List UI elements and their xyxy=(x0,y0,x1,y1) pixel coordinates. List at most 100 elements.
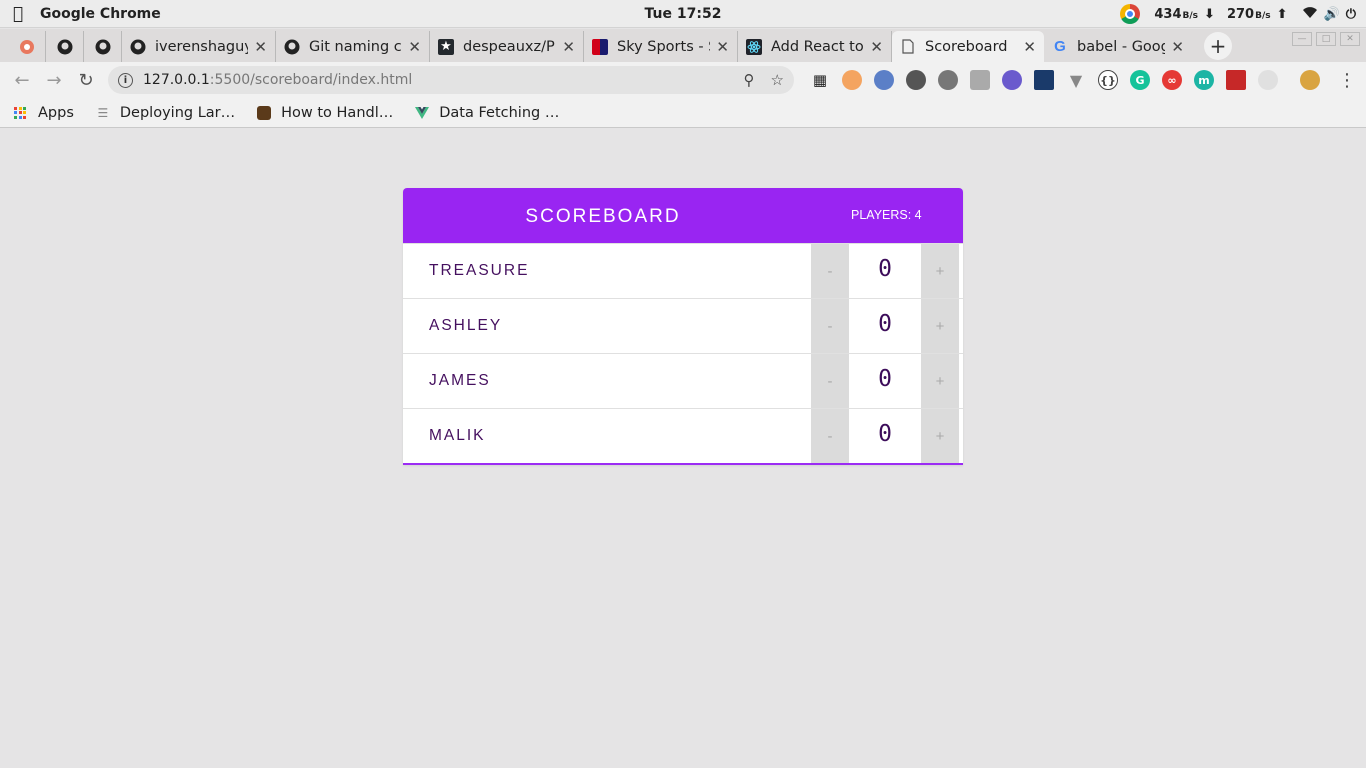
bookmark-label: Apps xyxy=(38,104,74,121)
tab-sky-sports[interactable]: Sky Sports - S ✕ xyxy=(584,31,738,62)
app-icon xyxy=(19,39,35,55)
os-menu-bar:  Google Chrome Tue 17:52 434B/s ⬇ 270B/… xyxy=(0,0,1366,28)
info-icon[interactable]: i xyxy=(118,72,133,88)
player-row: TREASURE - 0 + xyxy=(403,243,963,298)
apple-icon[interactable]:  xyxy=(0,4,36,24)
player-row: JAMES - 0 + xyxy=(403,353,963,408)
tab-iverenshaguy[interactable]: iverenshaguy ✕ xyxy=(122,31,276,62)
score-counter: - 0 + xyxy=(811,409,963,463)
github-icon xyxy=(284,39,300,55)
tab-despeauxz[interactable]: ★ despeauxz/P ✕ xyxy=(430,31,584,62)
close-icon[interactable]: ✕ xyxy=(254,38,267,56)
google-icon: G xyxy=(1054,38,1066,55)
upload-arrow-icon: ⬆ xyxy=(1276,6,1288,22)
tab-strip: iverenshaguy ✕ Git naming co ✕ ★ despeau… xyxy=(0,29,1366,62)
menu-kebab-icon[interactable]: ⋮ xyxy=(1338,70,1356,91)
active-app-name[interactable]: Google Chrome xyxy=(40,6,161,22)
player-count: PLAYERS: 4 xyxy=(851,208,922,222)
tab-title: Scoreboard xyxy=(925,38,1008,55)
json-extension-icon[interactable]: {} xyxy=(1098,70,1118,90)
octopus-extension-icon[interactable] xyxy=(842,70,862,90)
card-extension-icon[interactable] xyxy=(970,70,990,90)
tab-title: despeauxz/P xyxy=(463,38,555,55)
tab-pinned-app[interactable] xyxy=(8,31,46,62)
circle-extension-icon[interactable] xyxy=(1258,70,1278,90)
back-arrow-icon[interactable]: ← xyxy=(6,64,38,96)
volume-icon[interactable]: 🔊 xyxy=(1324,7,1340,22)
tab-title: babel - Googl xyxy=(1077,38,1166,55)
tab-title: Add React to xyxy=(771,38,864,55)
apps-grid-icon xyxy=(14,106,28,120)
vue-devtools-icon[interactable]: ▼ xyxy=(1066,70,1086,90)
tab-pinned-github-2[interactable] xyxy=(84,31,122,62)
red-extension-icon[interactable] xyxy=(1226,70,1246,90)
sync-extension-icon[interactable] xyxy=(906,70,926,90)
score-value: 0 xyxy=(849,244,921,298)
vue-icon xyxy=(415,106,430,120)
tab-add-react[interactable]: Add React to ✕ xyxy=(738,31,892,62)
bookmark-apps[interactable]: Apps xyxy=(14,105,74,121)
react-icon xyxy=(746,38,762,55)
bookmarks-bar: Apps ☰ Deploying Lar… How to Handl… Data… xyxy=(0,98,1366,128)
github-icon xyxy=(130,39,146,55)
window-controls: — □ ✕ xyxy=(1292,32,1360,46)
close-window-icon[interactable]: ✕ xyxy=(1340,32,1360,46)
url-path: :5500/scoreboard/index.html xyxy=(209,72,413,88)
power-icon[interactable]: ⏻ xyxy=(1346,7,1356,22)
bookmark-how-to-handle[interactable]: How to Handl… xyxy=(257,105,393,121)
download-arrow-icon: ⬇ xyxy=(1204,6,1215,22)
address-bar[interactable]: i 127.0.0.1:5500/scoreboard/index.html ⚲… xyxy=(108,66,794,94)
close-icon[interactable]: ✕ xyxy=(1171,38,1184,56)
minimize-icon[interactable]: — xyxy=(1292,32,1312,46)
profile-avatar-icon[interactable] xyxy=(1300,70,1320,90)
grammarly-icon[interactable]: G xyxy=(1130,70,1150,90)
chart-extension-icon[interactable] xyxy=(1034,70,1054,90)
score-value: 0 xyxy=(849,299,921,353)
decrement-button[interactable]: - xyxy=(811,409,849,463)
decrement-button[interactable]: - xyxy=(811,244,849,298)
sky-sports-icon xyxy=(592,38,608,55)
tab-scoreboard[interactable]: Scoreboard ✕ xyxy=(892,31,1044,62)
increment-button[interactable]: + xyxy=(921,244,959,298)
tab-babel-google[interactable]: G babel - Googl ✕ xyxy=(1044,31,1192,62)
increment-button[interactable]: + xyxy=(921,299,959,353)
new-tab-button[interactable]: + xyxy=(1204,32,1232,60)
player-name: ASHLEY xyxy=(429,317,503,334)
feather-extension-icon[interactable] xyxy=(874,70,894,90)
player-row: MALIK - 0 + xyxy=(403,408,963,463)
m-extension-icon[interactable]: m xyxy=(1194,70,1214,90)
maximize-icon[interactable]: □ xyxy=(1316,32,1336,46)
close-icon[interactable]: ✕ xyxy=(716,38,729,56)
player-name: JAMES xyxy=(429,372,491,389)
chrome-icon[interactable] xyxy=(1120,4,1141,24)
close-icon[interactable]: ✕ xyxy=(562,38,575,56)
infinity-extension-icon[interactable]: ∞ xyxy=(1162,70,1182,90)
close-icon[interactable]: ✕ xyxy=(1023,38,1036,56)
github-icon xyxy=(95,39,111,55)
grid-extension-icon[interactable]: ▦ xyxy=(810,70,830,90)
increment-button[interactable]: + xyxy=(921,354,959,408)
bookmark-star-icon[interactable]: ☆ xyxy=(771,71,784,89)
close-icon[interactable]: ✕ xyxy=(408,38,421,56)
net-down-value: 434B/s xyxy=(1154,6,1199,22)
forward-arrow-icon[interactable]: → xyxy=(38,64,70,96)
wifi-icon[interactable] xyxy=(1302,5,1318,23)
reload-icon[interactable]: ↻ xyxy=(70,64,102,96)
system-tray: 434B/s ⬇ 270B/s ⬆ 🔊 ⏻ xyxy=(1120,0,1356,28)
scoreboard-title: SCOREBOARD xyxy=(525,206,681,227)
zoom-icon[interactable]: ⚲ xyxy=(744,71,755,89)
increment-button[interactable]: + xyxy=(921,409,959,463)
bookmark-deploying[interactable]: ☰ Deploying Lar… xyxy=(96,105,236,121)
close-icon[interactable]: ✕ xyxy=(870,38,883,56)
tab-git-naming[interactable]: Git naming co ✕ xyxy=(276,31,430,62)
decrement-button[interactable]: - xyxy=(811,299,849,353)
wave-extension-icon[interactable] xyxy=(1002,70,1022,90)
score-counter: - 0 + xyxy=(811,299,963,353)
player-name: MALIK xyxy=(429,427,486,444)
bookmark-data-fetching[interactable]: Data Fetching … xyxy=(415,105,559,121)
tab-pinned-github-1[interactable] xyxy=(46,31,84,62)
decrement-button[interactable]: - xyxy=(811,354,849,408)
tab-title: iverenshaguy xyxy=(155,38,249,55)
gear-extension-icon[interactable] xyxy=(938,70,958,90)
bookmark-lines-icon: ☰ xyxy=(97,105,109,120)
